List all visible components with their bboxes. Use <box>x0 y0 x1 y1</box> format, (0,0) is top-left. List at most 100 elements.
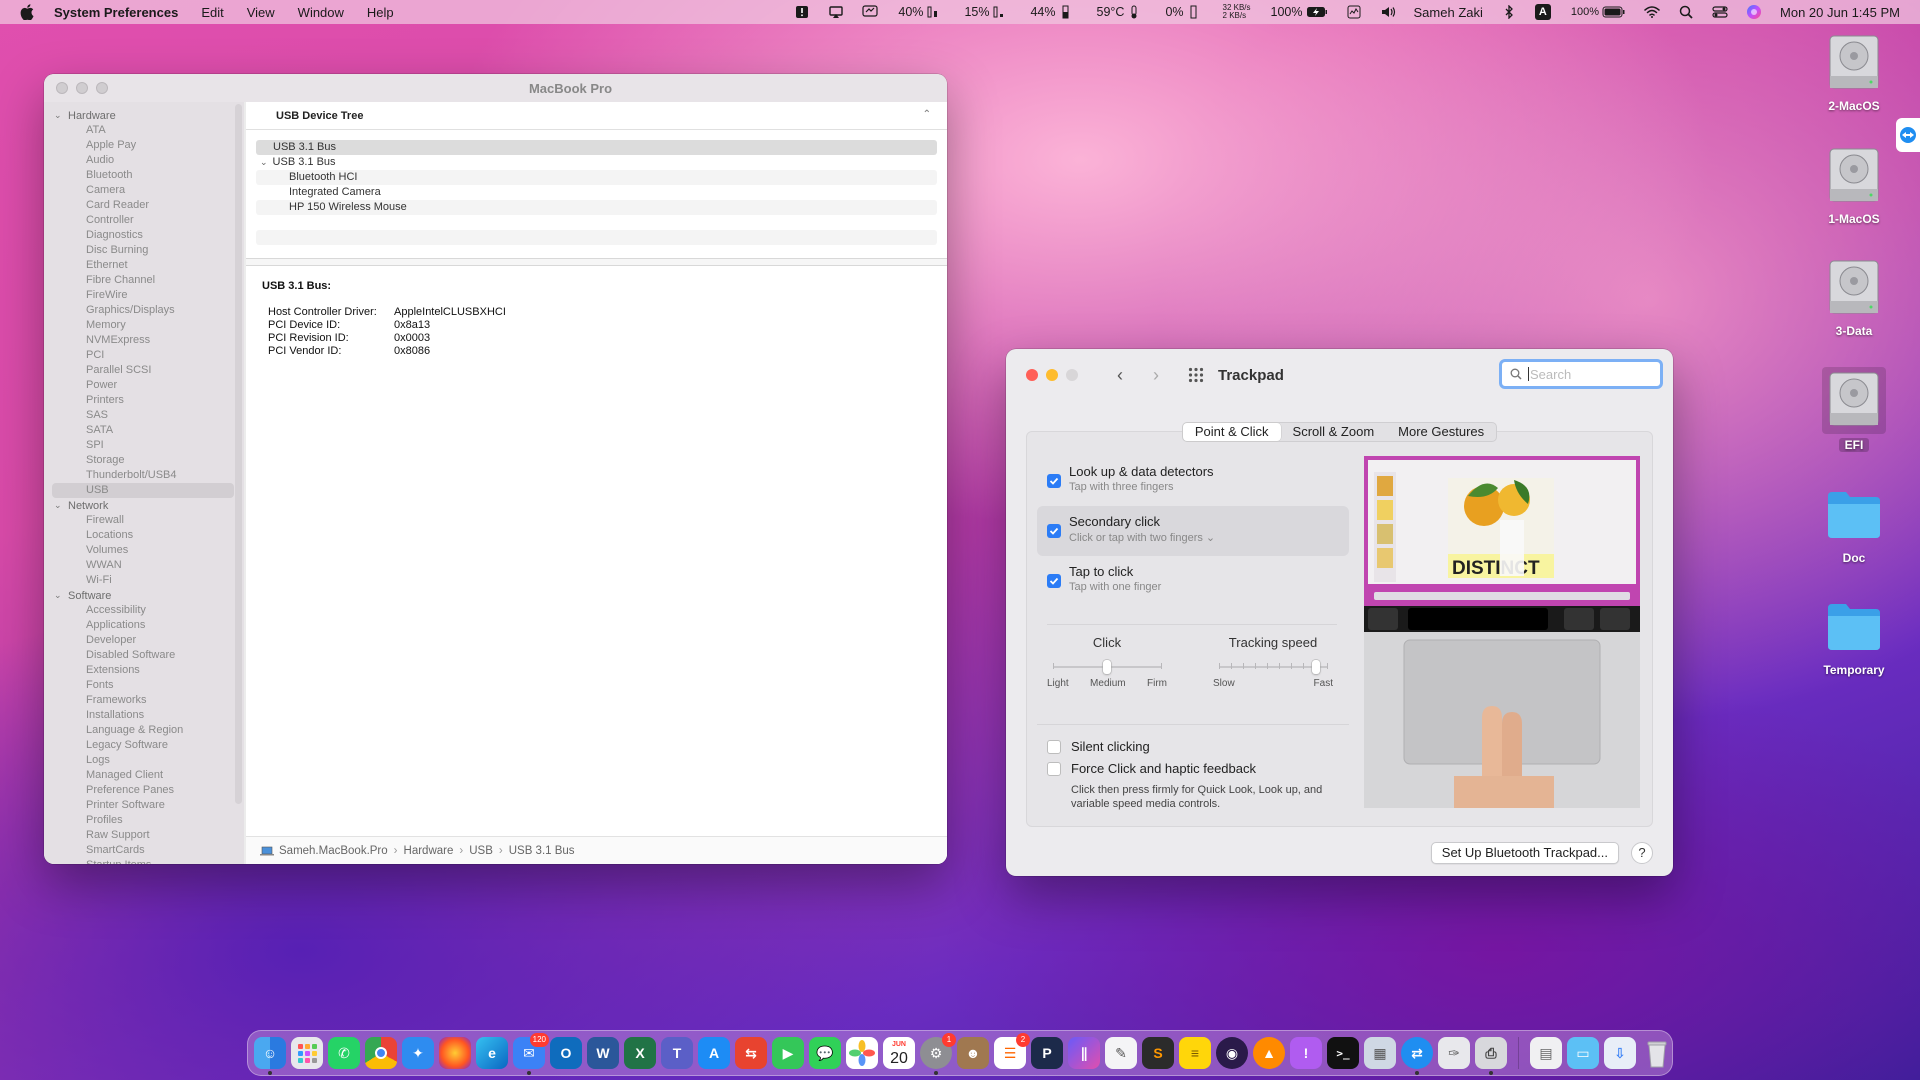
sidebar-item-logs[interactable]: Logs <box>44 753 244 768</box>
tap-to-click-checkbox[interactable] <box>1047 574 1061 588</box>
sidebar-item-firewire[interactable]: FireWire <box>44 288 244 303</box>
dock-launchpad[interactable] <box>291 1037 323 1069</box>
option-tap-to-click[interactable]: Tap to click Tap with one finger <box>1037 556 1349 606</box>
sidebar-item-parallel-scsi[interactable]: Parallel SCSI <box>44 363 244 378</box>
sidebar-item-wwan[interactable]: WWAN <box>44 558 244 573</box>
dock-word[interactable]: W <box>587 1037 619 1069</box>
tab-point-and-click[interactable]: Point & Click <box>1182 423 1281 441</box>
dock-facetime[interactable]: ▶ <box>772 1037 804 1069</box>
dock-applications-folder[interactable]: ▭ <box>1567 1037 1599 1069</box>
dock-mail[interactable]: ✉ 120 <box>513 1033 549 1075</box>
desktop-drive-2-macos[interactable]: 2-MacOS <box>1809 32 1899 113</box>
dock-edge[interactable]: e <box>476 1037 508 1069</box>
path-segment[interactable]: USB <box>469 845 493 857</box>
dock-utility-app[interactable]: ▦ <box>1364 1037 1396 1069</box>
gpu-stat[interactable]: 15% <box>964 5 1010 19</box>
tracking-speed-slider[interactable]: Tracking speed Slow Fast <box>1213 635 1333 689</box>
sidebar-item-storage[interactable]: Storage <box>44 453 244 468</box>
sidebar-section-network[interactable]: ⌄ Network <box>44 498 244 513</box>
option-force-click[interactable]: Force Click and haptic feedback <box>1037 761 1349 783</box>
cpu-stat[interactable]: 40% <box>898 5 944 19</box>
dock-calendar[interactable]: JUN 20 <box>883 1037 915 1069</box>
battery-stat-b[interactable]: 100% <box>1571 6 1626 18</box>
sysinfo-titlebar[interactable]: MacBook Pro <box>44 74 947 102</box>
sidebar-item-raw-support[interactable]: Raw Support <box>44 828 244 843</box>
menu-app-name[interactable]: System Preferences <box>54 5 178 20</box>
sidebar-section-software[interactable]: ⌄ Software <box>44 588 244 603</box>
dock-downloads-stack[interactable]: ⇩ <box>1604 1037 1636 1069</box>
sidebar-scrollbar[interactable] <box>235 104 242 804</box>
sidebar-item-fibre-channel[interactable]: Fibre Channel <box>44 273 244 288</box>
sidebar-item-developer[interactable]: Developer <box>44 633 244 648</box>
forward-chevron-icon[interactable]: › <box>1138 365 1174 386</box>
chevron-down-icon[interactable]: ⌄ <box>54 500 64 511</box>
sidebar-item-volumes[interactable]: Volumes <box>44 543 244 558</box>
sidebar-item-apple-pay[interactable]: Apple Pay <box>44 138 244 153</box>
secondary-click-dropdown[interactable]: Click or tap with two fingers ⌄ <box>1069 531 1349 544</box>
sidebar-item-profiles[interactable]: Profiles <box>44 813 244 828</box>
sidebar-item-accessibility[interactable]: Accessibility <box>44 603 244 618</box>
apple-menu-icon[interactable] <box>20 4 34 20</box>
dock-trash[interactable] <box>1641 1037 1673 1069</box>
desktop-drive-3-data[interactable]: 3-Data <box>1809 257 1899 338</box>
silent-clicking-checkbox[interactable] <box>1047 740 1061 754</box>
sidebar-item-camera[interactable]: Camera <box>44 183 244 198</box>
desktop-drive-1-macos[interactable]: 1-MacOS <box>1809 145 1899 226</box>
dock-outlook[interactable]: O <box>550 1037 582 1069</box>
menu-view[interactable]: View <box>247 5 275 20</box>
search-input[interactable]: Search <box>1499 359 1663 389</box>
path-segment[interactable]: Sameh.MacBook.Pro <box>279 845 388 857</box>
dock-app-store[interactable]: A <box>698 1037 730 1069</box>
setup-bluetooth-trackpad-button[interactable]: Set Up Bluetooth Trackpad... <box>1430 842 1619 864</box>
force-click-checkbox[interactable] <box>1047 762 1061 776</box>
dock-sublime[interactable]: S <box>1142 1037 1174 1069</box>
tab-more-gestures[interactable]: More Gestures <box>1386 423 1496 441</box>
sidebar-item-managed-client[interactable]: Managed Client <box>44 768 244 783</box>
sidebar-item-sas[interactable]: SAS <box>44 408 244 423</box>
sidebar-item-spi[interactable]: SPI <box>44 438 244 453</box>
sidebar-item-frameworks[interactable]: Frameworks <box>44 693 244 708</box>
cast-icon[interactable] <box>828 4 844 20</box>
sidebar-item-usb[interactable]: USB <box>52 483 234 498</box>
memory-stat[interactable]: 44% <box>1030 5 1076 19</box>
usb-tree-column-header[interactable]: USB Device Tree ⌃ <box>246 102 947 130</box>
monitor-icon[interactable] <box>862 4 879 20</box>
tree-row[interactable]: Integrated Camera <box>256 185 937 200</box>
user-name[interactable]: Sameh Zaki <box>1414 5 1483 20</box>
temperature-stat[interactable]: 59°C <box>1097 5 1146 19</box>
clock[interactable]: Mon 20 Jun 1:45 PM <box>1780 5 1900 20</box>
menu-edit[interactable]: Edit <box>201 5 223 20</box>
dock-teamviewer[interactable]: ⇄ <box>1401 1037 1433 1075</box>
dock-feedback[interactable]: ! <box>1290 1037 1322 1069</box>
click-slider[interactable]: Click Light Medium Firm <box>1047 635 1167 689</box>
dock-safari[interactable]: ✦ <box>402 1037 434 1069</box>
dock-pdf-app[interactable]: P <box>1031 1037 1063 1069</box>
sidebar-item-fonts[interactable]: Fonts <box>44 678 244 693</box>
desktop-drive-efi[interactable]: EFI <box>1809 367 1899 452</box>
tracking-speed-slider-knob[interactable] <box>1312 660 1321 674</box>
sidebar-item-ata[interactable]: ATA <box>44 123 244 138</box>
dock-whatsapp[interactable]: ✆ <box>328 1037 360 1069</box>
sidebar-item-printer-software[interactable]: Printer Software <box>44 798 244 813</box>
option-silent-clicking[interactable]: Silent clicking <box>1037 739 1349 761</box>
tree-row[interactable]: ⌄ USB 3.1 Bus <box>256 155 937 170</box>
sidebar-item-ethernet[interactable]: Ethernet <box>44 258 244 273</box>
dock-contacts[interactable]: ☻ <box>957 1037 989 1069</box>
sidebar-item-controller[interactable]: Controller <box>44 213 244 228</box>
chevron-down-icon[interactable]: ⌄ <box>260 157 268 167</box>
path-segment[interactable]: Hardware <box>404 845 454 857</box>
sidebar-item-applications[interactable]: Applications <box>44 618 244 633</box>
sidebar-item-memory[interactable]: Memory <box>44 318 244 333</box>
spotlight-icon[interactable] <box>1678 4 1694 20</box>
menu-window[interactable]: Window <box>298 5 344 20</box>
sidebar-section-hardware[interactable]: ⌄ Hardware <box>44 108 244 123</box>
back-chevron-icon[interactable]: ‹ <box>1102 365 1138 386</box>
sidebar-item-disc-burning[interactable]: Disc Burning <box>44 243 244 258</box>
sidebar-item-locations[interactable]: Locations <box>44 528 244 543</box>
dock-photos[interactable] <box>846 1037 878 1069</box>
siri-icon[interactable] <box>1746 4 1762 20</box>
control-center-icon[interactable] <box>1712 4 1728 20</box>
sidebar-item-nvmexpress[interactable]: NVMExpress <box>44 333 244 348</box>
click-slider-knob[interactable] <box>1103 660 1111 674</box>
sidebar-item-installations[interactable]: Installations <box>44 708 244 723</box>
